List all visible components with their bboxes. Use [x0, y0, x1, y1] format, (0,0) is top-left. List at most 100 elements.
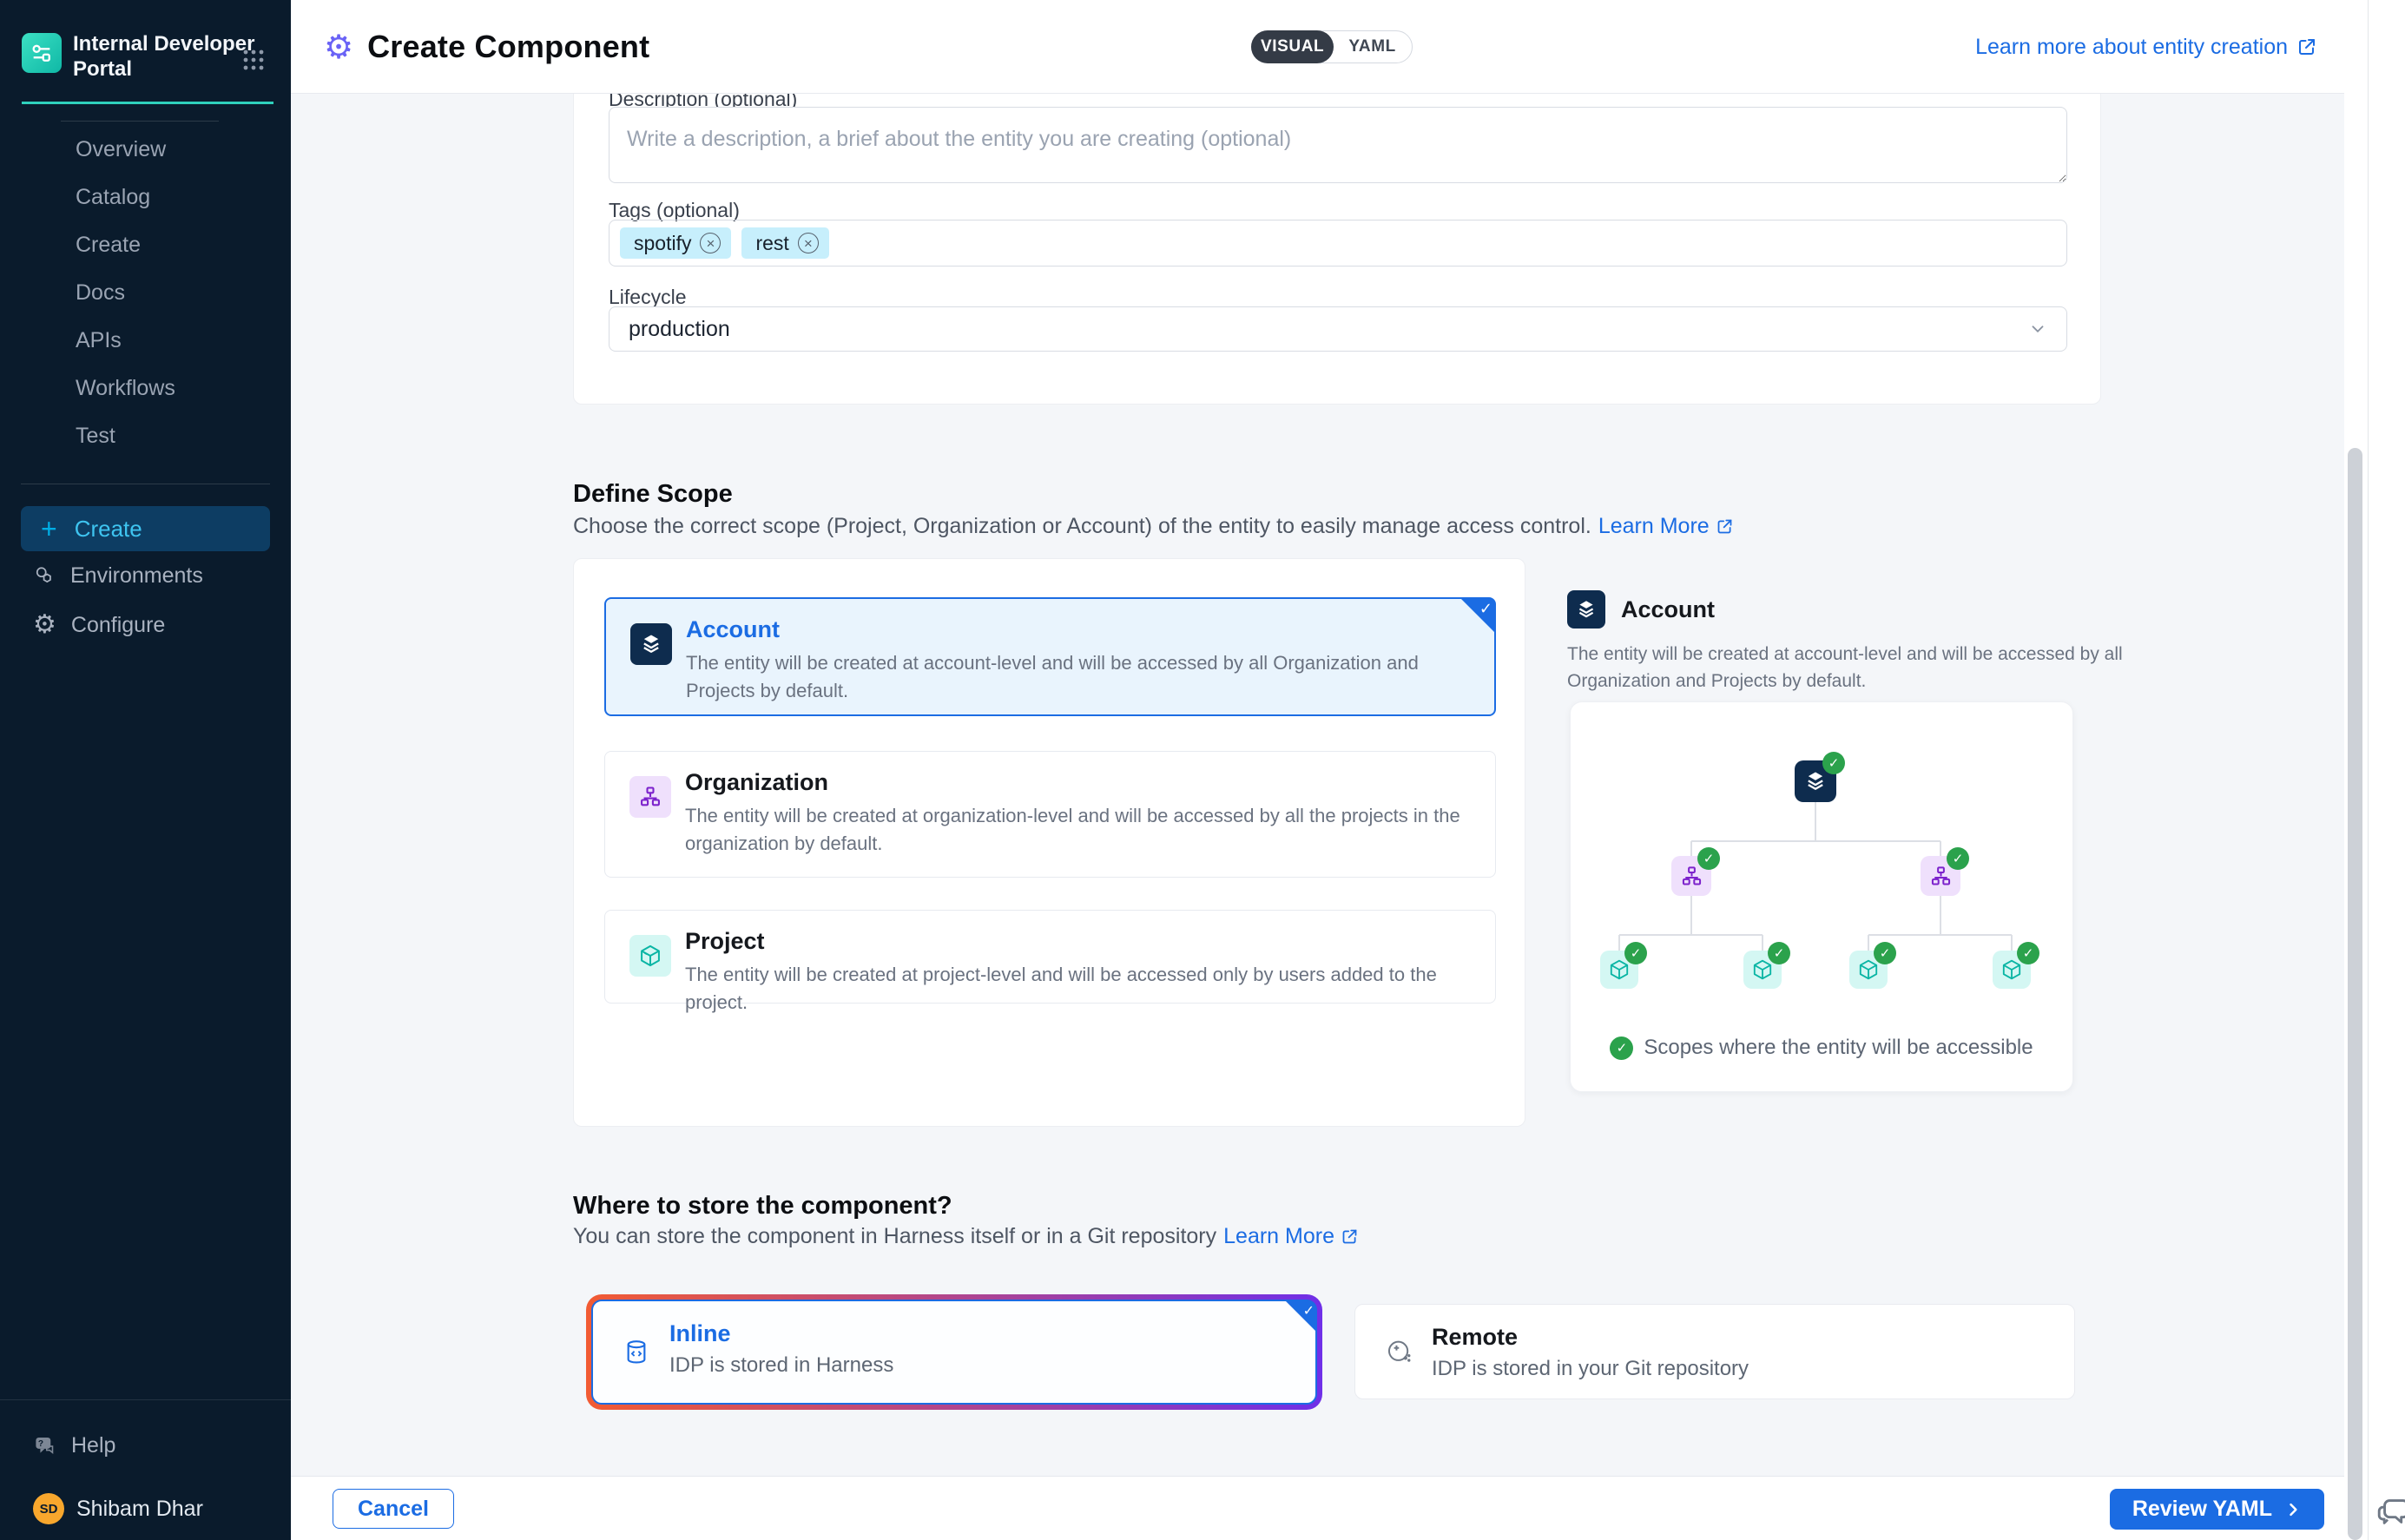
remove-tag-icon[interactable]: ×	[700, 233, 721, 253]
sidebar-item-environments[interactable]: Environments	[0, 553, 291, 598]
define-scope-learn-more-link[interactable]: Learn More	[1598, 514, 1734, 539]
user-name: Shibam Dhar	[76, 1497, 203, 1522]
scope-option-project[interactable]: Project The entity will be created at pr…	[604, 910, 1496, 1004]
scope-detail-title: Account	[1621, 596, 1715, 623]
cancel-button[interactable]: Cancel	[333, 1489, 454, 1529]
sidebar-item-overview[interactable]: Overview	[0, 126, 291, 174]
green-check-icon: ✓	[1874, 942, 1896, 964]
scope-option-title: Account	[686, 616, 780, 643]
diagram-project-node: ✓	[1849, 951, 1888, 989]
store-learn-more-link[interactable]: Learn More	[1223, 1224, 1359, 1249]
remove-tag-icon[interactable]: ×	[798, 233, 819, 253]
sidebar-item-test[interactable]: Test	[0, 412, 291, 460]
scope-option-title: Project	[685, 928, 765, 955]
scrollbar-thumb[interactable]	[2348, 448, 2362, 1540]
diagram-project-node: ✓	[1743, 951, 1782, 989]
tab-yaml[interactable]: YAML	[1333, 31, 1412, 63]
lifecycle-label: Lifecycle	[609, 286, 686, 309]
environments-label: Environments	[70, 563, 203, 589]
pipeline-logo-icon	[30, 41, 54, 65]
plus-icon: +	[41, 515, 57, 543]
main-content: Description (optional) Tags (optional) s…	[291, 94, 2344, 1476]
inline-database-icon	[623, 1301, 650, 1403]
project-cube-icon	[629, 935, 671, 977]
configure-label: Configure	[71, 613, 165, 638]
diagram-org-node: ✓	[1921, 856, 1960, 896]
sidebar-item-help[interactable]: ? Help	[0, 1423, 291, 1468]
review-yaml-label: Review YAML	[2132, 1497, 2272, 1522]
chevron-down-icon	[2028, 319, 2047, 339]
tag-chip-label: spotify	[634, 232, 691, 255]
scope-detail-header: Account	[1567, 590, 1715, 629]
brand-accent-rule	[22, 102, 273, 104]
scope-option-description: The entity will be created at account-le…	[686, 649, 1470, 705]
description-textarea[interactable]	[609, 107, 2067, 183]
learn-more-label: Learn More	[1598, 514, 1710, 539]
component-gear-icon: ⚙	[324, 30, 353, 63]
store-option-remote[interactable]: Remote IDP is stored in your Git reposit…	[1354, 1304, 2075, 1399]
tag-chip-label: rest	[755, 232, 788, 255]
tag-chip: spotify ×	[620, 227, 731, 259]
tab-visual[interactable]: VISUAL	[1251, 30, 1334, 63]
diagram-org-node: ✓	[1671, 856, 1711, 896]
help-chat-icon: ?	[33, 1434, 56, 1458]
nav-divider	[61, 121, 219, 122]
learn-more-entity-creation-link[interactable]: Learn more about entity creation	[1975, 0, 2317, 94]
diagram-project-node: ✓	[1993, 951, 2031, 989]
avatar: SD	[33, 1493, 64, 1524]
tags-label: Tags (optional)	[609, 199, 740, 222]
scope-detail-description: The entity will be created at account-le…	[1567, 641, 2123, 694]
store-option-inline-highlight-ring: ✓ Inline IDP is stored in Harness	[586, 1294, 1322, 1410]
store-option-description: IDP is stored in your Git repository	[1432, 1357, 1749, 1381]
external-link-icon	[1716, 517, 1734, 536]
app-grid-icon[interactable]	[242, 49, 265, 71]
store-option-inline[interactable]: ✓ Inline IDP is stored in Harness	[591, 1300, 1317, 1405]
sidebar-item-catalog[interactable]: Catalog	[0, 174, 291, 221]
external-link-icon	[1341, 1227, 1359, 1246]
scope-option-title: Organization	[685, 769, 828, 796]
tag-chip: rest ×	[741, 227, 828, 259]
learn-more-label: Learn more about entity creation	[1975, 35, 2288, 60]
account-layers-icon	[630, 623, 672, 665]
store-subtitle: You can store the component in Harness i…	[573, 1224, 1359, 1249]
sidebar-item-configure[interactable]: ⚙ Configure	[0, 602, 291, 648]
selected-check-icon: ✓	[1460, 598, 1495, 633]
store-heading: Where to store the component?	[573, 1192, 952, 1221]
scope-option-account[interactable]: ✓ Account The entity will be created at …	[604, 597, 1496, 716]
scope-option-description: The entity will be created at project-le…	[685, 961, 1471, 1017]
brand-title: Internal Developer Portal	[73, 31, 254, 82]
svg-text:?: ?	[38, 1439, 43, 1449]
lifecycle-select[interactable]: production	[609, 306, 2067, 352]
green-check-icon: ✓	[1697, 847, 1720, 870]
organization-sitemap-icon	[629, 776, 671, 818]
diagram-account-node: ✓	[1795, 760, 1836, 802]
scope-option-organization[interactable]: Organization The entity will be created …	[604, 751, 1496, 878]
entity-form-card: Description (optional) Tags (optional) s…	[573, 94, 2101, 405]
diagram-caption: ✓ Scopes where the entity will be access…	[1571, 1036, 2072, 1060]
green-check-icon: ✓	[1610, 1037, 1633, 1060]
harness-idp-logo[interactable]	[22, 33, 62, 73]
define-scope-subtitle: Choose the correct scope (Project, Organ…	[573, 514, 1734, 539]
create-button-label: Create	[75, 516, 142, 543]
external-link-icon	[2296, 36, 2317, 57]
scope-hierarchy-diagram: ✓ ✓ ✓ ✓ ✓ ✓ ✓	[1570, 701, 2073, 1092]
sidebar-item-create[interactable]: Create	[0, 221, 291, 269]
review-yaml-button[interactable]: Review YAML	[2110, 1489, 2324, 1530]
store-option-title: Remote	[1432, 1324, 1518, 1351]
sidebar-item-apis[interactable]: APIs	[0, 317, 291, 365]
sidebar-create-button[interactable]: + Create	[21, 506, 270, 551]
create-component-page: { "sidebar": { "brand": { "title_line1":…	[0, 0, 2405, 1540]
scope-options-panel: ✓ Account The entity will be created at …	[573, 558, 1525, 1127]
green-check-icon: ✓	[1624, 942, 1647, 964]
help-label: Help	[71, 1433, 115, 1458]
user-menu[interactable]: SD Shibam Dhar	[0, 1486, 291, 1531]
sidebar-item-workflows[interactable]: Workflows	[0, 365, 291, 412]
tags-input[interactable]: spotify × rest ×	[609, 220, 2067, 267]
sidebar-item-docs[interactable]: Docs	[0, 269, 291, 317]
support-chat-icon[interactable]	[2375, 1491, 2405, 1531]
store-subtitle-text: You can store the component in Harness i…	[573, 1224, 1216, 1249]
action-footer: Cancel Review YAML	[291, 1476, 2368, 1540]
store-option-description: IDP is stored in Harness	[669, 1353, 893, 1378]
sidebar-nav: Overview Catalog Create Docs APIs Workfl…	[0, 126, 291, 460]
page-title-group: ⚙ Create Component	[324, 0, 649, 94]
